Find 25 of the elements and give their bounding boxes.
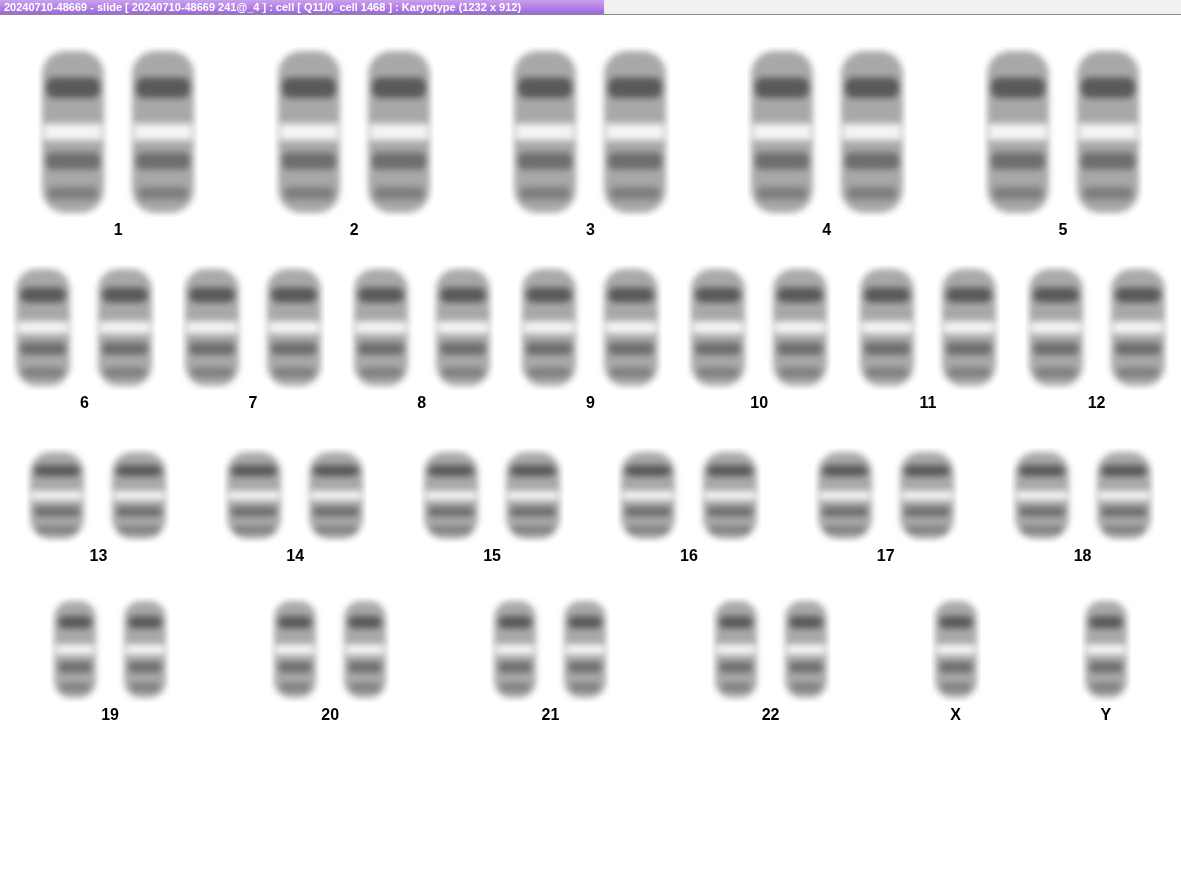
chromosome-label: 9 bbox=[586, 394, 595, 412]
chromosome-label: 15 bbox=[483, 547, 501, 565]
chromosome-label: 3 bbox=[586, 221, 595, 239]
chromosome-label: 10 bbox=[750, 394, 769, 412]
chromosome-label: 2 bbox=[349, 221, 359, 239]
chromosome-label: 16 bbox=[680, 547, 698, 565]
chromosome-label: 8 bbox=[417, 394, 427, 412]
chromosome-label: X bbox=[950, 706, 962, 724]
chromosome-label: 14 bbox=[286, 547, 305, 565]
chromosome-label: 20 bbox=[321, 706, 340, 724]
chromosome-label: 6 bbox=[79, 394, 89, 412]
chromosome-label: 22 bbox=[761, 706, 780, 724]
chromosome-label: 21 bbox=[541, 706, 560, 724]
chromosome-label: 5 bbox=[1058, 221, 1068, 239]
chromosome-label: 13 bbox=[89, 547, 108, 565]
chromosome-label: 17 bbox=[876, 547, 895, 565]
chromosome-label: 4 bbox=[822, 221, 832, 239]
window-title: 20240710-48669 - slide [ 20240710-48669 241@_4 ] : cell [ Q11/0_cell 1468 ] : Karyotype (1232 x 912) bbox=[0, 0, 604, 14]
chromosome-label: 12 bbox=[1087, 394, 1106, 412]
chromosome-label: 7 bbox=[248, 394, 258, 412]
chromosome-label: 11 bbox=[919, 394, 937, 412]
chromosome-label: 19 bbox=[101, 706, 119, 724]
chromosome-label: 1 bbox=[113, 221, 123, 239]
chromosome-label: Y bbox=[1100, 706, 1112, 724]
chromosome-label: 18 bbox=[1073, 547, 1092, 565]
